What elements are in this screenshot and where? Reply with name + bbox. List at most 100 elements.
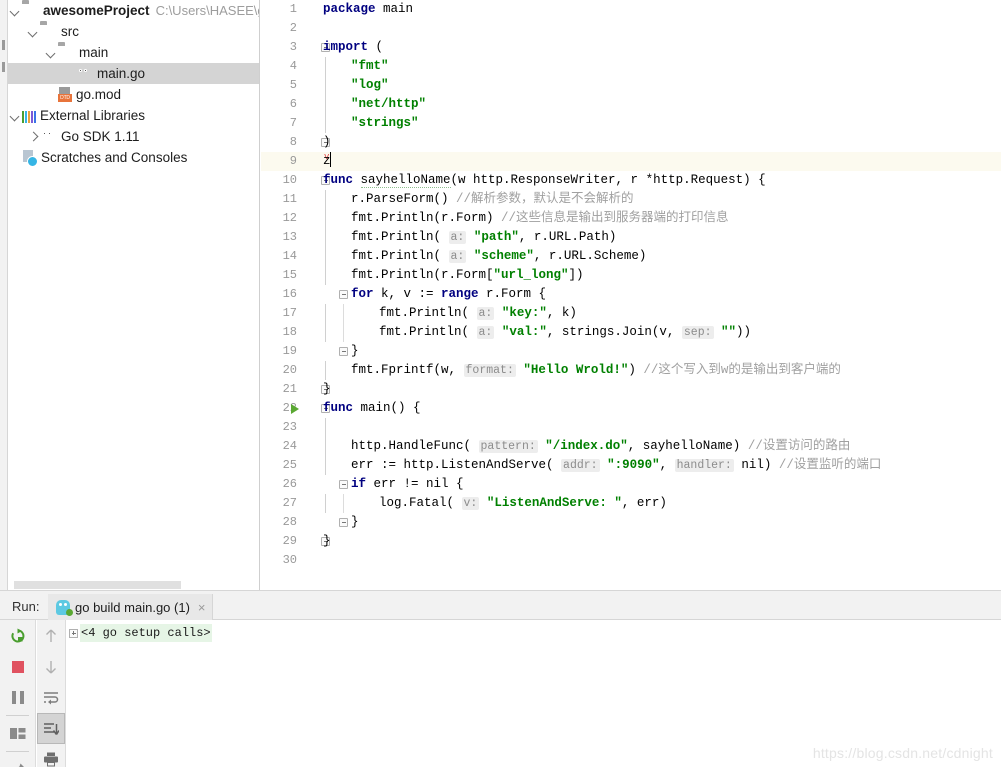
pause-button[interactable] xyxy=(0,682,35,713)
code-line[interactable]: 20 fmt.Fprintf(w, format: "Hello Wrold!")… xyxy=(261,361,1001,380)
code-line[interactable]: 7 "strings" xyxy=(261,114,1001,133)
code-editor[interactable]: 1 package main 2 3 import (4 "fmt" 5 "log" 6 "net… xyxy=(261,0,1001,590)
scroll-to-end-button[interactable] xyxy=(37,713,65,744)
tree-item-src[interactable]: src xyxy=(8,21,259,42)
code-token-str: "fmt" xyxy=(351,59,389,73)
code-text: func sayhelloName(w http.ResponseWriter,… xyxy=(323,171,766,190)
line-number: 1 xyxy=(289,2,297,16)
code-token-pln: r.Form { xyxy=(486,287,547,301)
code-text: "fmt" xyxy=(323,57,389,76)
code-line[interactable]: 24 http.HandleFunc( pattern: "/index.do",… xyxy=(261,437,1001,456)
tree-item-label: main.go xyxy=(97,66,146,81)
line-number: 26 xyxy=(282,477,297,491)
project-horizontal-scrollbar[interactable] xyxy=(8,580,260,590)
code-lines: 1 package main 2 3 import (4 "fmt" 5 "log" 6 "net… xyxy=(261,0,1001,570)
code-text: fmt.Println( a: "path", r.URL.Path) xyxy=(323,228,616,247)
run-toolbar-left xyxy=(0,620,36,767)
line-number: 25 xyxy=(282,458,297,472)
line-number: 28 xyxy=(282,515,297,529)
code-line[interactable]: 16 for k, v := range r.Form { xyxy=(261,285,1001,304)
code-line[interactable]: 30 xyxy=(261,551,1001,570)
code-line[interactable]: 6 "net/http" xyxy=(261,95,1001,114)
code-line[interactable]: 21} xyxy=(261,380,1001,399)
code-line[interactable]: 14 fmt.Println( a: "scheme", r.URL.Scheme… xyxy=(261,247,1001,266)
code-token-pln: , xyxy=(659,458,675,472)
run-tab-go-build[interactable]: go build main.go (1) × xyxy=(48,594,213,620)
code-line[interactable]: 18 fmt.Println( a: "val:", strings.Join(v… xyxy=(261,323,1001,342)
arrow-down-icon xyxy=(46,660,56,673)
soft-wrap-icon xyxy=(44,691,59,704)
line-number: 18 xyxy=(282,325,297,339)
stop-button[interactable] xyxy=(0,651,35,682)
project-tool-window[interactable]: awesomeProject C:\Users\HASEE\go srcmain… xyxy=(8,0,260,580)
pin-icon xyxy=(17,763,24,767)
down-button[interactable] xyxy=(37,651,65,682)
code-line[interactable]: 23 xyxy=(261,418,1001,437)
code-line[interactable]: 28} xyxy=(261,513,1001,532)
soft-wrap-button[interactable] xyxy=(37,682,65,713)
code-token-pln: , k) xyxy=(546,306,577,320)
print-button[interactable] xyxy=(37,744,65,767)
code-line[interactable]: 15 fmt.Println(r.Form["url_long"]) xyxy=(261,266,1001,285)
code-line[interactable]: 12 fmt.Println(r.Form) //这些信息是输出到服务器端的打印信… xyxy=(261,209,1001,228)
code-line[interactable]: 27 log.Fatal( v: "ListenAndServe: ", err) xyxy=(261,494,1001,513)
code-line[interactable]: 5 "log" xyxy=(261,76,1001,95)
code-line[interactable]: 22 func main() { xyxy=(261,399,1001,418)
print-icon xyxy=(44,752,58,767)
chevron-down-icon[interactable] xyxy=(8,105,22,126)
code-token-pln: ]) xyxy=(568,268,584,282)
expand-icon[interactable] xyxy=(69,628,78,638)
code-text: "strings" xyxy=(323,114,419,133)
chevron-right-icon[interactable] xyxy=(26,126,40,147)
code-token-kw: range xyxy=(441,287,487,301)
code-text: "log" xyxy=(323,76,389,95)
code-line[interactable]: 4 "fmt" xyxy=(261,57,1001,76)
code-text: for k, v := range r.Form { xyxy=(323,285,546,304)
code-token-pln: )) xyxy=(736,325,752,339)
chevron-down-icon[interactable] xyxy=(8,0,22,21)
code-line[interactable]: 11 r.ParseForm() //解析参数，默认是不会解析的 xyxy=(261,190,1001,209)
rerun-button[interactable] xyxy=(0,620,35,651)
close-icon[interactable]: × xyxy=(198,601,206,614)
code-line[interactable]: 2 xyxy=(261,19,1001,38)
code-line[interactable]: 19} xyxy=(261,342,1001,361)
code-token-pln xyxy=(466,249,474,263)
code-token-pln: main() { xyxy=(360,401,421,415)
tree-item-scratches-and-consoles[interactable]: Scratches and Consoles xyxy=(8,147,259,168)
code-token-pln: ( xyxy=(375,40,384,54)
chevron-down-icon[interactable] xyxy=(26,21,40,42)
code-token-kw: package xyxy=(323,2,384,16)
tree-item-label: External Libraries xyxy=(40,108,146,123)
tree-item-main-go[interactable]: main.go xyxy=(8,63,259,84)
chevron-down-icon[interactable] xyxy=(44,42,58,63)
tree-item-label: main xyxy=(79,45,109,60)
code-line[interactable]: 3 import ( xyxy=(261,38,1001,57)
code-line[interactable]: 17 fmt.Println( a: "key:", k) xyxy=(261,304,1001,323)
code-line[interactable]: 29} xyxy=(261,532,1001,551)
tree-item-label: src xyxy=(61,24,79,39)
code-token-pln: fmt.Println(r.Form) xyxy=(351,211,502,225)
code-token-kw: import xyxy=(323,40,376,54)
tree-item-main[interactable]: main xyxy=(8,42,259,63)
code-token-pln: fmt.Println( xyxy=(351,249,449,263)
code-line[interactable]: 8) xyxy=(261,133,1001,152)
pin-button[interactable] xyxy=(0,754,35,767)
code-line[interactable]: 26 if err != nil { xyxy=(261,475,1001,494)
code-line[interactable]: 13 fmt.Println( a: "path", r.URL.Path) xyxy=(261,228,1001,247)
code-line[interactable]: 1 package main xyxy=(261,0,1001,19)
code-line[interactable]: 9vz xyxy=(261,152,1001,171)
code-token-pln xyxy=(479,496,487,510)
layout-button[interactable] xyxy=(0,718,35,749)
code-text: fmt.Println( a: "scheme", r.URL.Scheme) xyxy=(323,247,646,266)
left-tool-strip[interactable] xyxy=(0,0,8,590)
run-gutter-icon[interactable] xyxy=(291,404,299,414)
tree-item-go-sdk-1-11[interactable]: Go SDK 1.11 xyxy=(8,126,259,147)
up-button[interactable] xyxy=(37,620,65,651)
code-token-str: "strings" xyxy=(351,116,419,130)
tree-item-go-mod[interactable]: go.mod xyxy=(8,84,259,105)
tree-item-external-libraries[interactable]: External Libraries xyxy=(8,105,259,126)
code-line[interactable]: 25 err := http.ListenAndServe( addr: ":90… xyxy=(261,456,1001,475)
code-line[interactable]: 10 func sayhelloName(w http.ResponseWrite… xyxy=(261,171,1001,190)
tree-item-root[interactable]: awesomeProject C:\Users\HASEE\go xyxy=(8,0,259,21)
scrollbar-thumb[interactable] xyxy=(14,581,181,589)
